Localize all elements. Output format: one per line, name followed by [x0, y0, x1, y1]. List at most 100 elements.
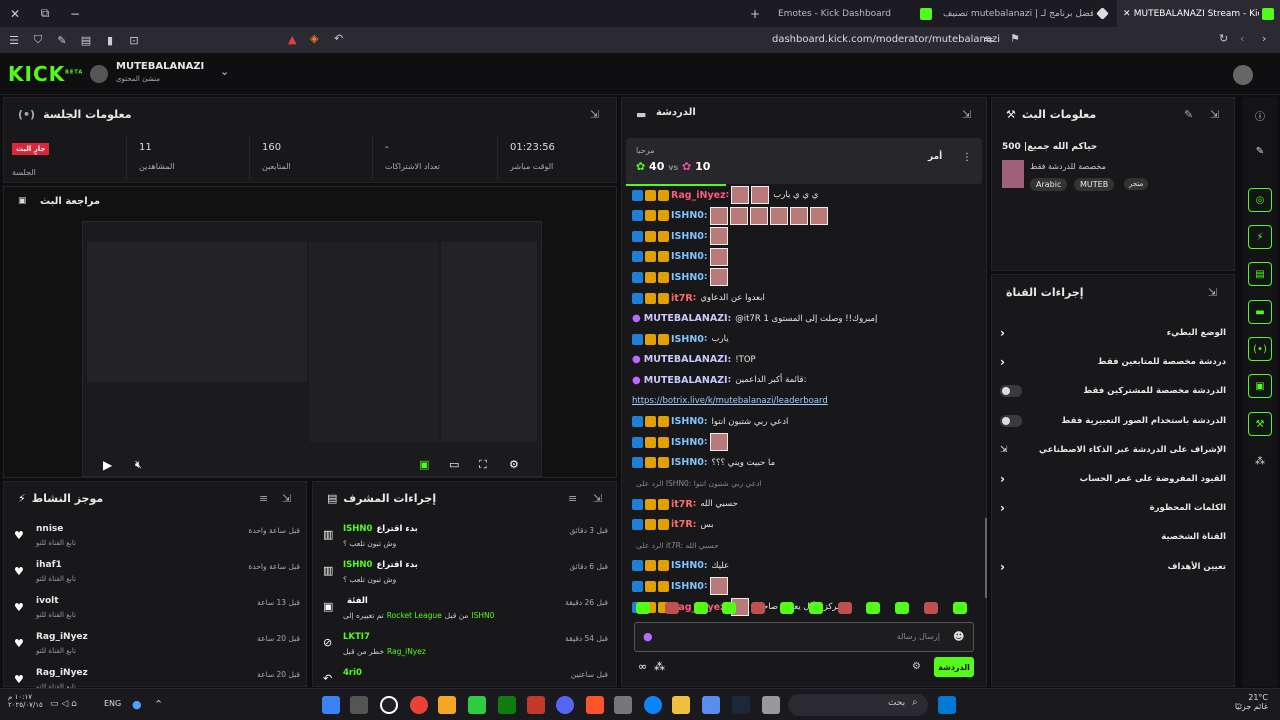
chat-message[interactable]: it7R: بس — [632, 516, 980, 534]
reload-icon[interactable]: ↻ — [1219, 32, 1228, 45]
chat-message[interactable]: الرد على ISHN0: ادعي ربي شتبون انتوا — [632, 474, 980, 492]
brave-rewards-icon[interactable]: ▲ — [288, 33, 296, 46]
mic-tray-icon[interactable]: ● — [132, 698, 142, 711]
mod-action-item[interactable]: ▥ ISHN0 بدء اقتراع وش تبون تلعب ؟ قبل 6 دقائ… — [313, 556, 618, 590]
quick-emote[interactable] — [664, 602, 679, 614]
channel-avatar[interactable] — [90, 65, 108, 83]
chevron-up-icon[interactable]: ⌃ — [154, 698, 163, 711]
sidebar-icon[interactable]: ▮ — [100, 34, 120, 47]
chat-message[interactable]: ISHN0: يارب — [632, 330, 980, 348]
extensions-icon[interactable]: ✎ — [52, 34, 72, 47]
chat-username[interactable]: it7R — [671, 499, 693, 510]
chat-username[interactable]: MUTEBALANAZI — [644, 354, 728, 365]
infinity-icon[interactable]: ∞ — [638, 660, 647, 673]
chat-username[interactable]: ISHN0 — [671, 560, 704, 571]
quick-emote[interactable] — [751, 602, 766, 614]
quick-emote[interactable] — [837, 602, 852, 614]
channel-action-item[interactable]: تعيين الأهداف › — [1000, 556, 1226, 578]
tag-chip[interactable]: MUTEB — [1074, 178, 1115, 191]
layout-icon[interactable]: ▣ — [1248, 374, 1272, 398]
popout-icon[interactable]: ⇲ — [282, 492, 291, 505]
app-icon[interactable] — [614, 696, 632, 714]
language-indicator[interactable]: ENG — [104, 699, 121, 708]
obs-icon[interactable] — [380, 696, 398, 714]
chat-message[interactable]: ISHN0: عليك — [632, 557, 980, 575]
chat-message[interactable]: ISHN0: — [632, 206, 980, 225]
mod-action-item[interactable]: ⊘ LKTI7 خطر من قبل Rag_iNyez قبل 54 دقيقة — [313, 628, 618, 662]
chat-message[interactable]: ● MUTEBALANAZI: قائمة أكبر الداعمين: — [632, 371, 980, 389]
tab-stream[interactable]: ✕ MUTEBALANAZI Stream - Kick D — [1117, 0, 1280, 27]
chat-message[interactable]: it7R: ابعدوا عن الدعاوي — [632, 289, 980, 307]
chat-input[interactable]: ● إرسال رسالة ☻ — [634, 622, 974, 652]
info-icon[interactable]: ⓘ — [1248, 103, 1272, 127]
chat-message[interactable]: ISHN0: — [632, 577, 980, 596]
mod-action-item[interactable]: ▥ ISHN0 بدء اقتراع وش تبون تلعب ؟ قبل 3 دقائ… — [313, 520, 618, 554]
edit-icon[interactable]: ✎ — [1184, 108, 1193, 121]
chat-message[interactable]: ● MUTEBALANAZI: @it7R إمبروك!! وصلت إلى ال… — [632, 310, 980, 328]
chat-message[interactable]: https://botrix.live/k/mutebalanazi/leade… — [632, 392, 980, 410]
target-icon[interactable]: ◎ — [1248, 188, 1272, 212]
steam-icon[interactable] — [732, 696, 750, 714]
bolt-icon[interactable]: ⚡︎ — [1248, 225, 1272, 249]
new-tab-button[interactable]: + — [740, 7, 770, 21]
activity-item[interactable]: ♥ Rag_iNyez تابع القناة للتو قبل 20 ساعة — [4, 628, 308, 662]
channel-action-item[interactable]: الدردشة مخصصة للمشتركين فقط — [1000, 380, 1226, 402]
pen-icon[interactable]: ✎ — [1248, 139, 1272, 163]
toggle-switch[interactable] — [1000, 414, 1022, 427]
taskbar-search[interactable]: بحث ⌕ — [788, 694, 928, 716]
url-field[interactable]: dashboard.kick.com/moderator/mutebalanaz… — [480, 34, 1000, 45]
quick-emote[interactable] — [924, 602, 938, 614]
chat-link[interactable]: https://botrix.live/k/mutebalanazi/leade… — [632, 396, 828, 406]
chat-username[interactable]: ISHN0 — [671, 272, 704, 283]
close-tab-icon[interactable]: ✕ — [1123, 9, 1131, 19]
quick-emote[interactable] — [952, 602, 967, 614]
apps-icon[interactable]: ⁂ — [1248, 449, 1272, 473]
app-icon[interactable] — [702, 696, 720, 714]
chat-username[interactable]: ISHN0 — [671, 334, 704, 345]
app-icon[interactable] — [527, 696, 545, 714]
shield-icon[interactable]: ⛉ — [28, 33, 48, 47]
settings-icon[interactable]: ⚙ — [509, 458, 519, 471]
back-icon[interactable]: ‹ — [1240, 32, 1244, 45]
chat-message[interactable]: ● MUTEBALANAZI: !TOP — [632, 351, 980, 369]
settings-app-icon[interactable] — [350, 696, 368, 714]
chat-username[interactable]: MUTEBALANAZI — [644, 375, 728, 386]
popout-icon[interactable]: ⇲ — [1208, 286, 1217, 299]
quick-emote[interactable] — [636, 602, 650, 614]
screenshot-icon[interactable]: ⊡ — [124, 34, 144, 47]
brave-icon[interactable] — [586, 696, 604, 714]
mod-action-item[interactable]: ▣ الفئة تم تغييره إلى Rocket League من قبل IS… — [313, 592, 618, 626]
chat-username[interactable]: MUTEBALANAZI — [644, 313, 728, 324]
channel-action-item[interactable]: دردشة مخصصة للمتابعين فقط › — [1000, 351, 1226, 373]
edge-icon[interactable] — [644, 696, 662, 714]
activity-item[interactable]: ♥ ivolt تابع القناة للتو قبل 13 ساعة — [4, 592, 308, 626]
chat-scrollbar[interactable] — [985, 518, 987, 598]
brave-shield-icon[interactable]: ◈ — [310, 32, 318, 45]
filter-icon[interactable]: ≡ — [259, 492, 268, 505]
chat-username[interactable]: ISHN0 — [671, 251, 704, 262]
quick-emote[interactable] — [722, 602, 737, 614]
tag-chip[interactable]: متجر — [1124, 178, 1149, 190]
chat-bubble-icon[interactable]: ▬ — [1248, 300, 1272, 324]
points-icon[interactable]: ⁂ — [654, 660, 665, 673]
toggle-switch[interactable] — [1000, 385, 1022, 398]
channel-action-item[interactable]: الوضع البطيء › — [1000, 322, 1226, 344]
tab-botrix[interactable]: تصنيف mutebalanazi | أفضل برنامج لـ — [935, 0, 1115, 27]
quick-emote[interactable] — [866, 602, 881, 614]
mic-icon[interactable]: ● — [643, 630, 653, 643]
activity-item[interactable]: ♥ ihaf1 تابع القناة للتو قبل ساعة واحدة — [4, 556, 308, 590]
chat-username[interactable]: it7R — [671, 293, 693, 304]
chat-message[interactable]: Rag_iNyez: ي ي ي يارب — [632, 186, 980, 204]
popout-icon[interactable]: ⇲ — [962, 108, 971, 121]
tray-icons[interactable]: ▭ ◁ ⌂ — [50, 699, 77, 709]
chat-username[interactable]: ISHN0 — [671, 437, 704, 448]
chat-message[interactable]: it7R: حسبي الله — [632, 495, 980, 513]
mute-icon[interactable]: 🔇︎ — [135, 458, 142, 472]
app-icon[interactable] — [322, 696, 340, 714]
popout-icon[interactable]: ⇲ — [593, 492, 602, 505]
theater-icon[interactable]: ▭ — [449, 458, 459, 471]
discord-icon[interactable] — [556, 696, 574, 714]
tabs-icon[interactable]: ▤ — [76, 34, 96, 47]
chat-message[interactable]: ISHN0: ما حبيت ويني ؟؟؟ — [632, 454, 980, 472]
chat-message[interactable]: ISHN0: — [632, 268, 980, 287]
